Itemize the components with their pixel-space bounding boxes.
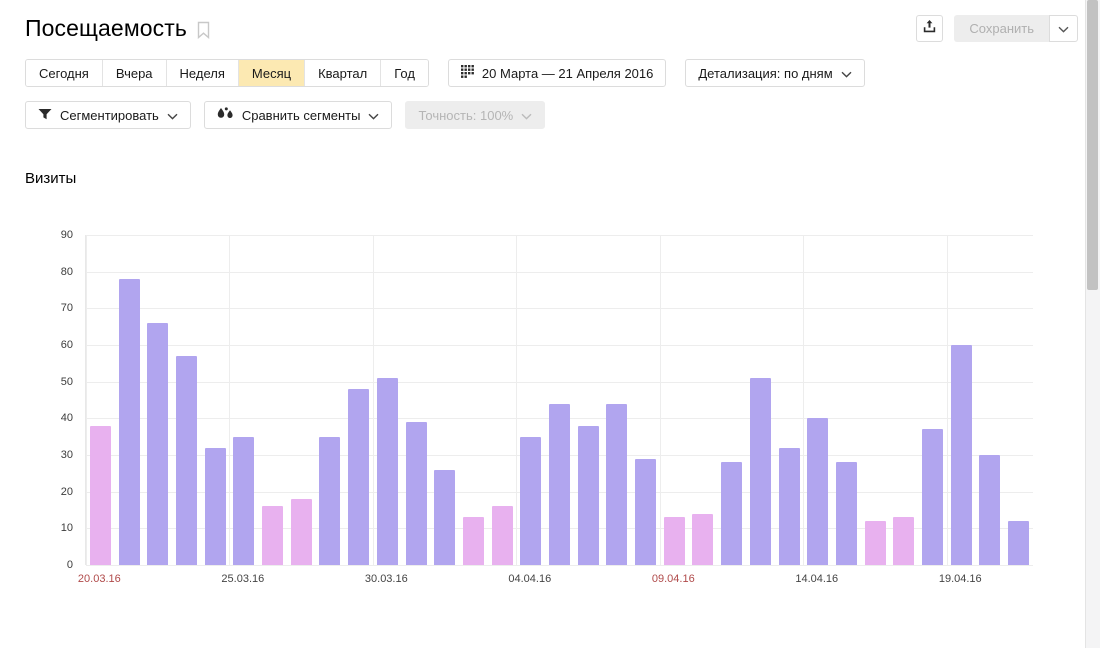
period-month[interactable]: Месяц [238, 60, 306, 86]
y-tick-label: 70 [60, 302, 73, 315]
period-quarter[interactable]: Квартал [305, 60, 382, 86]
period-week[interactable]: Неделя [166, 60, 239, 86]
compare-drops-icon [217, 107, 234, 123]
period-selector: Сегодня Вчера Неделя Месяц Квартал Год [25, 59, 429, 87]
chart-bar[interactable] [1008, 521, 1030, 565]
bookmark-icon[interactable] [197, 18, 210, 39]
chart-bar[interactable] [749, 378, 771, 565]
x-tick-label: 20.03.16 [77, 573, 121, 585]
toolbar-primary: Сегодня Вчера Неделя Месяц Квартал Год 2… [25, 59, 865, 87]
date-range-label: 20 Марта — 21 Апреля 2016 [481, 65, 654, 81]
chart-bar[interactable] [405, 422, 427, 565]
chart-bar[interactable] [290, 499, 312, 565]
chart-bar[interactable] [807, 418, 829, 565]
chart-bar[interactable] [864, 521, 886, 565]
chevron-down-icon [368, 108, 379, 123]
compare-segments-button[interactable]: Сравнить сегменты [203, 101, 393, 129]
save-dropdown-button[interactable] [1049, 15, 1078, 42]
chart-bar[interactable] [979, 455, 1001, 565]
y-tick-label: 60 [60, 339, 73, 351]
y-axis-ticks: 0 10 20 30 40 50 60 70 80 90 [0, 229, 85, 571]
detail-level-button[interactable]: Детализация: по дням [685, 59, 865, 87]
x-tick-label: 30.03.16 [364, 573, 408, 585]
chart-bar[interactable] [835, 462, 857, 565]
accuracy-label: Точность: 100% [418, 107, 514, 123]
chevron-down-icon [521, 108, 532, 123]
save-group: Сохранить [954, 15, 1078, 42]
chart-bar[interactable] [376, 378, 398, 565]
save-button[interactable]: Сохранить [954, 15, 1049, 42]
export-button[interactable] [916, 15, 944, 42]
visits-bar-chart: 0 10 20 30 40 50 60 70 80 90 20.03.16 25.03.16 30.0… [0, 225, 1080, 595]
page-scrollbar[interactable] [1085, 0, 1100, 648]
y-tick-label: 10 [60, 522, 73, 535]
chart-bar[interactable] [635, 458, 657, 565]
chart-bar[interactable] [89, 425, 111, 565]
period-year[interactable]: Год [381, 60, 428, 86]
metric-title: Визиты [25, 170, 77, 187]
page-header: Посещаемость [25, 14, 210, 42]
chart-bar[interactable] [577, 425, 599, 565]
plot-area [85, 235, 1033, 566]
compare-segments-label: Сравнить сегменты [241, 107, 361, 123]
chevron-down-icon [1058, 20, 1069, 38]
chart-bar[interactable] [462, 517, 484, 565]
x-tick-label: 09.04.16 [651, 573, 695, 585]
chart-bar[interactable] [147, 323, 169, 565]
gridline [86, 565, 1033, 566]
detail-level-label: Детализация: по дням [698, 65, 833, 81]
y-tick-label: 90 [60, 229, 73, 241]
x-tick-label: 19.04.16 [938, 573, 982, 585]
toolbar-secondary: Сегментировать Сравнить сегменты Точност… [25, 101, 546, 129]
x-tick-label: 14.04.16 [795, 573, 839, 585]
segment-button[interactable]: Сегментировать [25, 101, 191, 129]
chart-bar[interactable] [262, 506, 284, 565]
chart-bar[interactable] [721, 462, 743, 565]
period-yesterday[interactable]: Вчера [102, 60, 167, 86]
chevron-down-icon [841, 66, 852, 81]
bar-series [86, 235, 1033, 565]
calendar-icon [460, 65, 474, 81]
accuracy-button[interactable]: Точность: 100% [405, 101, 546, 129]
scrollbar-thumb[interactable] [1087, 0, 1098, 290]
chart-bar[interactable] [348, 389, 370, 565]
y-tick-label: 50 [60, 375, 73, 388]
export-icon [923, 19, 936, 38]
x-axis-labels: 20.03.16 25.03.16 30.03.16 04.04.16 09.04.16… [78, 573, 1032, 593]
y-tick-label: 80 [60, 265, 73, 278]
chart-bar[interactable] [950, 345, 972, 565]
chart-bar[interactable] [778, 447, 800, 565]
segment-label: Сегментировать [60, 107, 159, 123]
x-tick-label: 25.03.16 [221, 573, 265, 585]
chart-bar[interactable] [520, 436, 542, 565]
chart-bar[interactable] [491, 506, 513, 565]
y-tick-label: 40 [60, 412, 73, 425]
y-tick-label: 20 [60, 485, 73, 498]
chart-bar[interactable] [204, 447, 226, 565]
date-range-button[interactable]: 20 Марта — 21 Апреля 2016 [447, 59, 667, 87]
y-tick-label: 0 [66, 559, 73, 571]
chart-bar[interactable] [118, 279, 140, 565]
chart-bar[interactable] [319, 436, 341, 565]
filter-icon [38, 108, 52, 123]
chart-bar[interactable] [434, 469, 456, 565]
page-title: Посещаемость [25, 15, 187, 41]
analytics-page: Посещаемость Сохранить Сегодня Вчера Нед… [0, 0, 1100, 648]
chart-bar[interactable] [692, 513, 714, 565]
chart-bar[interactable] [663, 517, 685, 565]
chart-bar[interactable] [922, 429, 944, 565]
y-tick-label: 30 [60, 449, 73, 461]
chart-bar[interactable] [893, 517, 915, 565]
period-today[interactable]: Сегодня [26, 60, 103, 86]
chevron-down-icon [167, 108, 178, 123]
chart-bar[interactable] [549, 403, 570, 565]
chart-bar[interactable] [175, 356, 197, 565]
header-actions: Сохранить [916, 15, 1078, 42]
chart-bar[interactable] [606, 403, 628, 565]
chart-bar[interactable] [233, 436, 255, 565]
x-tick-label: 04.04.16 [508, 573, 552, 585]
